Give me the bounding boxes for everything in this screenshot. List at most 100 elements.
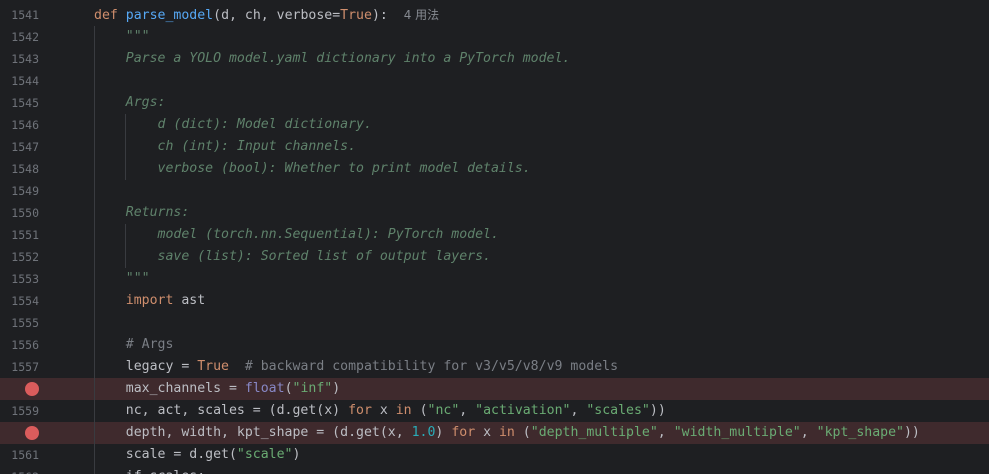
code-text[interactable]: nc, act, scales = (d.get(x) for x in ("n…: [94, 400, 666, 422]
code-text[interactable]: import ast: [94, 290, 205, 312]
breakpoint-icon[interactable]: [25, 426, 39, 440]
indent-guide: [94, 26, 95, 474]
code-text[interactable]: ch (int): Input channels.: [94, 136, 357, 158]
code-line[interactable]: 1556 # Args: [0, 334, 989, 356]
code-line[interactable]: 1546 d (dict): Model dictionary.: [0, 114, 989, 136]
code-text[interactable]: Parse a YOLO model.yaml dictionary into …: [94, 48, 571, 70]
code-line[interactable]: 1553 """: [0, 268, 989, 290]
code-token: parse_model: [125, 8, 214, 23]
code-line[interactable]: 1555: [0, 312, 989, 334]
code-text[interactable]: def parse_model(d, ch, verbose=True): 4 …: [94, 4, 439, 26]
code-line[interactable]: 1559 nc, act, scales = (d.get(x) for x i…: [0, 400, 989, 422]
code-token: in: [498, 425, 515, 440]
code-token: Args:: [94, 95, 166, 110]
code-text[interactable]: # Args: [94, 334, 174, 356]
code-token: x: [475, 425, 499, 440]
code-text[interactable]: if scales:: [94, 466, 205, 474]
code-text[interactable]: Returns:: [94, 202, 190, 224]
code-token: 1.0: [411, 425, 436, 440]
line-number[interactable]: 1541: [0, 4, 39, 26]
code-token: True: [197, 359, 229, 374]
code-token: "activation": [475, 403, 571, 418]
code-token: # backward compatibility for v3/v5/v8/v9…: [228, 359, 619, 374]
code-text[interactable]: d (dict): Model dictionary.: [94, 114, 372, 136]
code-text[interactable]: max_channels = float("inf"): [94, 378, 340, 400]
line-number[interactable]: 1546: [0, 114, 39, 136]
code-token: Parse a YOLO model.yaml dictionary into …: [94, 51, 571, 66]
line-number[interactable]: 1559: [0, 400, 39, 422]
code-token: """: [94, 271, 150, 286]
code-token: if scales:: [94, 469, 205, 474]
line-number[interactable]: 1562: [0, 466, 39, 474]
code-line[interactable]: 1557 legacy = True # backward compatibil…: [0, 356, 989, 378]
indent-guide: [125, 224, 126, 268]
code-token: depth, width, kpt_shape = (d.get(x,: [94, 425, 412, 440]
line-number[interactable]: 1554: [0, 290, 39, 312]
code-text[interactable]: Args:: [94, 92, 166, 114]
code-token: ,: [459, 403, 476, 418]
code-token: ch (int): Input channels.: [94, 139, 357, 154]
code-text[interactable]: verbose (bool): Whether to print model d…: [94, 158, 531, 180]
code-token: d (dict): Model dictionary.: [94, 117, 372, 132]
code-line[interactable]: 1545 Args:: [0, 92, 989, 114]
code-text[interactable]: """: [94, 26, 150, 48]
code-token: (: [284, 381, 293, 396]
code-line[interactable]: 1543 Parse a YOLO model.yaml dictionary …: [0, 48, 989, 70]
usages-hint[interactable]: 4 用法: [404, 8, 439, 22]
code-text[interactable]: model (torch.nn.Sequential): PyTorch mod…: [94, 224, 499, 246]
code-text[interactable]: legacy = True # backward compatibility f…: [94, 356, 618, 378]
code-line[interactable]: 1549: [0, 180, 989, 202]
code-text[interactable]: scale = d.get("scale"): [94, 444, 301, 466]
line-number[interactable]: 1553: [0, 268, 39, 290]
code-line[interactable]: 1561 scale = d.get("scale"): [0, 444, 989, 466]
code-token: ast: [173, 293, 206, 308]
code-line[interactable]: 1562 if scales:: [0, 466, 989, 474]
code-line[interactable]: max_channels = float("inf"): [0, 378, 989, 400]
breakpoint-icon[interactable]: [25, 382, 39, 396]
code-token: legacy =: [94, 359, 198, 374]
code-text[interactable]: save (list): Sorted list of output layer…: [94, 246, 491, 268]
line-number[interactable]: 1543: [0, 48, 39, 70]
code-line[interactable]: depth, width, kpt_shape = (d.get(x, 1.0)…: [0, 422, 989, 444]
code-editor[interactable]: 1541 def parse_model(d, ch, verbose=True)…: [0, 0, 989, 474]
code-line[interactable]: 1552 save (list): Sorted list of output …: [0, 246, 989, 268]
code-token: ,: [570, 403, 587, 418]
code-token: in: [395, 403, 412, 418]
code-line[interactable]: 1548 verbose (bool): Whether to print mo…: [0, 158, 989, 180]
line-number[interactable]: 1552: [0, 246, 39, 268]
code-token: True: [340, 8, 372, 23]
code-token: def: [94, 8, 118, 23]
code-token: (: [411, 403, 428, 418]
line-number[interactable]: 1545: [0, 92, 39, 114]
line-number[interactable]: 1549: [0, 180, 39, 202]
line-number[interactable]: 1555: [0, 312, 39, 334]
code-text[interactable]: """: [94, 268, 150, 290]
line-number[interactable]: 1561: [0, 444, 39, 466]
code-line[interactable]: 1544: [0, 70, 989, 92]
line-number[interactable]: 1556: [0, 334, 39, 356]
code-token: save (list): Sorted list of output layer…: [94, 249, 491, 264]
code-token: "depth_multiple": [530, 425, 658, 440]
line-number[interactable]: 1551: [0, 224, 39, 246]
code-token: ,: [800, 425, 817, 440]
code-line[interactable]: 1550 Returns:: [0, 202, 989, 224]
code-line[interactable]: 1554 import ast: [0, 290, 989, 312]
code-line[interactable]: 1547 ch (int): Input channels.: [0, 136, 989, 158]
line-number[interactable]: 1550: [0, 202, 39, 224]
line-number[interactable]: 1548: [0, 158, 39, 180]
code-token: # Args: [94, 337, 174, 352]
code-text[interactable]: depth, width, kpt_shape = (d.get(x, 1.0)…: [94, 422, 920, 444]
line-number[interactable]: 1557: [0, 356, 39, 378]
code-line[interactable]: 1551 model (torch.nn.Sequential): PyTorc…: [0, 224, 989, 246]
code-line[interactable]: 1542 """: [0, 26, 989, 48]
line-number[interactable]: 1544: [0, 70, 39, 92]
code-line[interactable]: 1541 def parse_model(d, ch, verbose=True)…: [0, 4, 989, 26]
code-token: ): [332, 381, 341, 396]
line-number[interactable]: 1547: [0, 136, 39, 158]
line-number[interactable]: 1542: [0, 26, 39, 48]
code-token: )): [903, 425, 920, 440]
code-token: for: [348, 403, 372, 418]
code-token: "width_multiple": [673, 425, 801, 440]
code-token: ):: [371, 8, 404, 23]
code-token: float: [244, 381, 285, 396]
